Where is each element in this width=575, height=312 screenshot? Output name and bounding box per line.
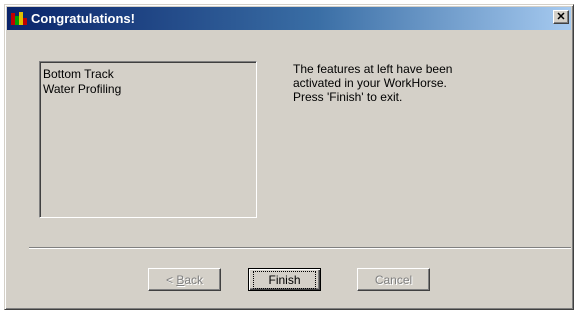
- back-button-label: ack: [184, 272, 204, 287]
- title-bar[interactable]: Congratulations! ✕: [7, 7, 571, 30]
- close-button[interactable]: ✕: [553, 10, 569, 24]
- back-button-mnemonic: B: [176, 272, 185, 287]
- close-icon: ✕: [556, 10, 566, 23]
- back-button-prefix: <: [165, 272, 177, 287]
- cancel-button-label: Cancel: [374, 272, 413, 287]
- finish-button-label: Finish: [253, 270, 316, 289]
- list-item[interactable]: Bottom Track: [43, 67, 253, 82]
- window-title: Congratulations!: [31, 11, 135, 26]
- cancel-button[interactable]: Cancel: [357, 268, 430, 291]
- message-line: activated in your WorkHorse.: [293, 76, 447, 90]
- message-line: The features at left have been: [293, 62, 453, 76]
- congratulations-dialog: Congratulations! ✕ Bottom Track Water Pr…: [4, 4, 574, 310]
- back-button[interactable]: < Back: [148, 268, 221, 291]
- list-item[interactable]: Water Profiling: [43, 82, 253, 97]
- finish-button[interactable]: Finish: [248, 268, 321, 291]
- separator: [29, 247, 571, 249]
- app-icon: [11, 11, 27, 25]
- activation-message: The features at left have been activated…: [293, 62, 523, 104]
- message-line: Press 'Finish' to exit.: [293, 90, 403, 104]
- features-list[interactable]: Bottom Track Water Profiling: [39, 61, 257, 218]
